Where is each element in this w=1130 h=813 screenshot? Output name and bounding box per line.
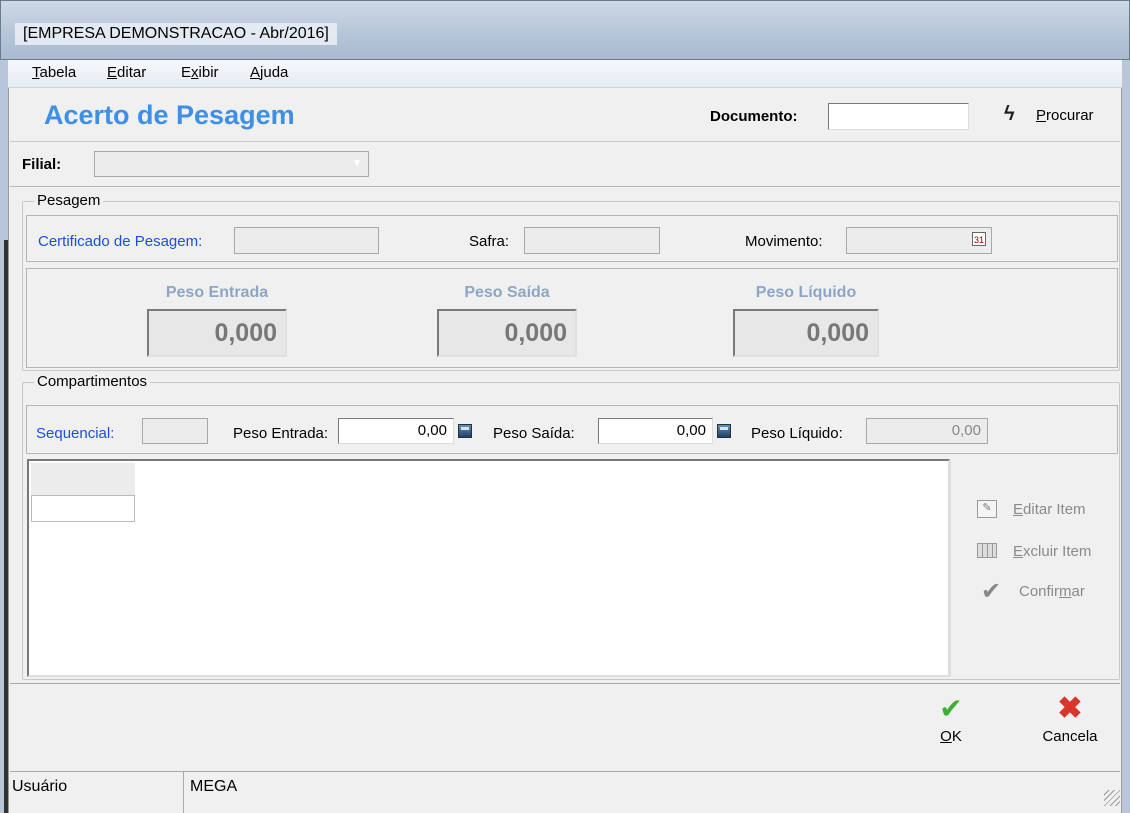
grid-header-cell xyxy=(31,463,135,495)
menu-editar[interactable]: Editar xyxy=(107,64,146,81)
safra-input[interactable] xyxy=(524,227,660,254)
peso-entrada-label: Peso Entrada xyxy=(165,284,269,301)
peso-liquido-label: Peso Líquido xyxy=(755,284,857,301)
title-bar[interactable]: [EMPRESA DEMONSTRACAO - Abr/2016] xyxy=(0,0,1130,60)
status-bar xyxy=(10,771,1120,813)
sequencial-label[interactable]: Sequencial: xyxy=(36,425,114,442)
pesagem-legend: Pesagem xyxy=(34,192,104,209)
peso-saida-display: 0,000 xyxy=(437,309,577,357)
chevron-down-icon: ▼ xyxy=(352,158,362,169)
peso-entrada-display: 0,000 xyxy=(147,309,287,357)
safra-label: Safra: xyxy=(469,233,510,250)
grid-row-cell[interactable] xyxy=(31,495,135,522)
page-title: Acerto de Pesagem xyxy=(44,100,295,130)
resize-grip-icon[interactable] xyxy=(1104,790,1120,806)
lightning-icon: ϟ xyxy=(1004,103,1015,125)
calendar-icon[interactable]: 31 xyxy=(972,232,986,246)
close-icon: ✖ xyxy=(1057,692,1083,725)
peso-saida-label: Peso Saída xyxy=(464,284,550,301)
certificado-label[interactable]: Certificado de Pesagem: xyxy=(38,233,202,250)
status-user-value: MEGA xyxy=(190,778,238,795)
menu-bar: Tabela Editar Exibir Ajuda xyxy=(8,60,1122,88)
menu-exibir[interactable]: Exibir xyxy=(181,64,219,81)
menu-ajuda[interactable]: Ajuda xyxy=(250,64,288,81)
compartimentos-grid[interactable] xyxy=(27,459,950,677)
window-right-border xyxy=(1122,60,1130,813)
compartimentos-legend: Compartimentos xyxy=(34,373,151,390)
calculator-icon[interactable] xyxy=(458,424,472,438)
check-icon: ✔ xyxy=(939,693,963,724)
status-divider xyxy=(183,772,184,813)
movimento-label: Movimento: xyxy=(745,233,823,250)
edit-document-icon: ✎ xyxy=(977,500,997,518)
cancela-button[interactable]: ✖ Cancela xyxy=(1030,694,1110,754)
menu-tabela[interactable]: Tabela xyxy=(32,64,76,81)
peso-liquido-display: 0,000 xyxy=(733,309,879,357)
documento-label: Documento: xyxy=(710,108,798,125)
procurar-button[interactable]: Procurar xyxy=(1036,107,1094,124)
filial-select[interactable]: ▼ xyxy=(94,151,369,177)
window-title: [EMPRESA DEMONSTRACAO - Abr/2016] xyxy=(15,23,337,45)
filial-label: Filial: xyxy=(22,156,62,173)
ok-button[interactable]: ✔ OK xyxy=(928,694,974,754)
comp-peso-liquido-input: 0,00 xyxy=(866,418,988,444)
grid-actions-panel xyxy=(950,459,1118,677)
comp-peso-entrada-input[interactable]: 0,00 xyxy=(338,418,454,444)
calculator-icon[interactable] xyxy=(717,424,731,438)
movimento-input[interactable]: 31 xyxy=(846,227,992,254)
check-icon: ✔ xyxy=(981,578,1002,605)
comp-peso-saida-input[interactable]: 0,00 xyxy=(598,418,713,444)
certificado-input[interactable] xyxy=(234,227,379,254)
comp-peso-liquido-label: Peso Líquido: xyxy=(751,425,843,442)
comp-peso-saida-label: Peso Saída: xyxy=(493,425,575,442)
delete-table-icon xyxy=(977,543,997,558)
sequencial-input[interactable] xyxy=(142,418,208,444)
status-user-label: Usuário xyxy=(12,778,68,795)
comp-peso-entrada-label: Peso Entrada: xyxy=(233,425,329,442)
documento-input[interactable] xyxy=(828,103,969,130)
divider xyxy=(10,186,1120,187)
